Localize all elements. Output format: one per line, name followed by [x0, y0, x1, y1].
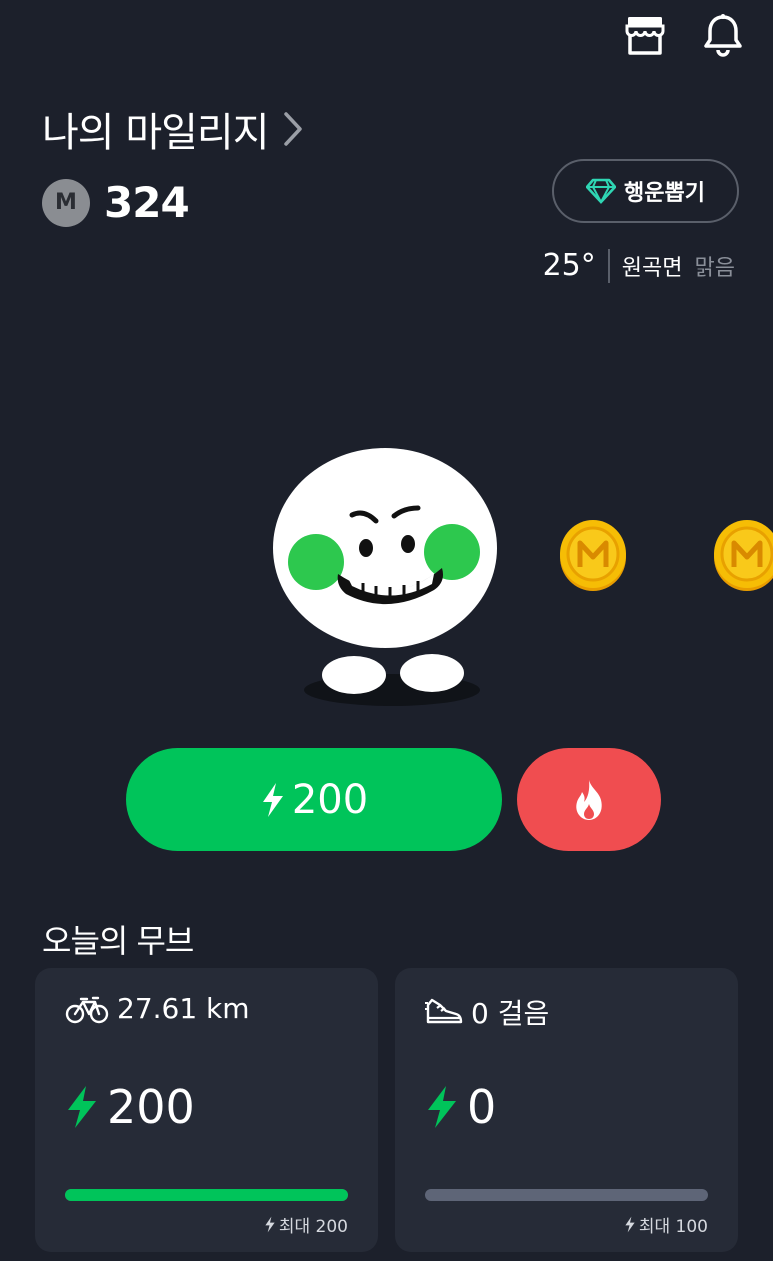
activity-reward: 200 — [65, 1080, 195, 1134]
lightning-icon — [68, 1086, 96, 1128]
section-title: 오늘의 무브 — [42, 922, 194, 960]
progress-bar — [425, 1189, 708, 1201]
mascot-character[interactable] — [268, 440, 508, 710]
page-title: 나의 마일리지 — [42, 110, 270, 156]
reward-value: 200 — [107, 1080, 195, 1134]
sneaker-icon — [425, 998, 463, 1024]
store-button[interactable] — [622, 12, 668, 58]
max-reward-label: 최대 200 — [278, 1217, 348, 1237]
mileage-coin[interactable] — [558, 517, 628, 593]
weather-condition: 맑음 — [694, 255, 735, 281]
activity-card-walk[interactable]: 0 걸음 0 최대 100 — [395, 968, 738, 1252]
max-reward: 최대 200 — [264, 1212, 348, 1237]
diamond-icon — [586, 178, 617, 204]
store-icon — [625, 17, 665, 55]
weather-region: 원곡면 — [621, 255, 683, 281]
charge-amount: 200 — [291, 776, 369, 823]
lightning-icon — [262, 782, 283, 817]
progress-bar — [65, 1189, 348, 1201]
balance-value: 324 — [104, 178, 190, 227]
charge-mileage-button[interactable]: 200 — [126, 748, 502, 851]
coin-icon — [560, 520, 626, 591]
notification-button[interactable] — [700, 12, 746, 58]
coin-icon — [714, 520, 773, 591]
lucky-draw-label: 행운뽑기 — [624, 181, 705, 206]
weather-info: 25° 원곡면 맑음 — [543, 248, 735, 283]
activity-header: 27.61 km — [65, 992, 250, 1025]
mileage-coin[interactable] — [712, 517, 773, 593]
activity-card-bike[interactable]: 27.61 km 200 최대 200 — [35, 968, 378, 1252]
mileage-balance: M 324 — [42, 178, 190, 227]
mileage-page: 나의 마일리지 M 324 행운뽑기 25° 원곡면 맑음 200 오늘의 무브… — [0, 0, 773, 1261]
lucky-draw-button[interactable]: 행운뽑기 — [552, 159, 739, 223]
mileage-title-link[interactable]: 나의 마일리지 — [42, 100, 303, 158]
boost-button[interactable] — [517, 748, 661, 851]
activity-reward: 0 — [425, 1080, 496, 1134]
lightning-icon — [265, 1216, 275, 1233]
activity-distance: 27.61 km — [117, 992, 250, 1025]
activity-steps: 0 걸음 — [471, 997, 550, 1030]
weather-temperature: 25° — [542, 248, 596, 283]
lightning-icon — [428, 1086, 456, 1128]
lightning-icon — [625, 1216, 635, 1233]
activity-header: 0 걸음 — [425, 992, 549, 1032]
max-reward: 최대 100 — [624, 1212, 708, 1237]
chevron-right-icon — [283, 112, 302, 146]
fire-icon — [576, 779, 602, 820]
weather-divider — [607, 248, 610, 283]
mileage-coin-icon: M — [42, 178, 90, 227]
progress-fill — [65, 1189, 348, 1201]
bicycle-icon — [65, 996, 109, 1023]
reward-value: 0 — [467, 1080, 497, 1134]
bell-icon — [704, 14, 742, 57]
max-reward-label: 최대 100 — [638, 1217, 708, 1237]
